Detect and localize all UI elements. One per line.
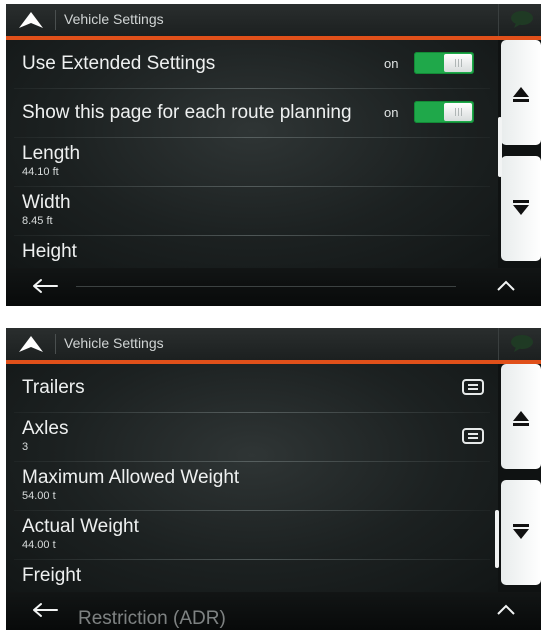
scrollbar-thumb[interactable] (498, 117, 502, 177)
nav-arrow-icon[interactable] (18, 11, 44, 29)
header-bar: Vehicle Settings (6, 328, 541, 360)
triangle-up-icon (513, 411, 529, 421)
header-divider (498, 4, 499, 36)
scroll-down-button[interactable] (501, 480, 541, 585)
scroll-up-button[interactable] (501, 40, 541, 145)
list-item-length[interactable]: Length 44.10 ft (6, 138, 498, 187)
list-item-label: Use Extended Settings (22, 53, 216, 74)
list-item-value: 44.00 t (22, 539, 56, 551)
list-item-value: 8.45 ft (22, 215, 53, 227)
list-item-label: Width (22, 192, 71, 213)
settings-list: Trailers Axles 3 Maximum Allowed Weight … (6, 364, 498, 592)
list-item-value: 3 (22, 441, 29, 453)
list-item-maximum-allowed-weight[interactable]: Maximum Allowed Weight 54.00 t (6, 462, 498, 511)
speech-bubble-icon[interactable] (510, 334, 534, 352)
footer-bar (6, 268, 541, 306)
back-arrow-icon[interactable] (32, 278, 58, 294)
scroll-up-button[interactable] (501, 364, 541, 469)
header-divider (55, 10, 56, 30)
header-divider (498, 328, 499, 360)
list-item-value: 44.10 ft (22, 166, 59, 178)
back-arrow-icon[interactable] (32, 602, 58, 618)
list-item-value: 54.00 t (22, 490, 56, 502)
header-divider (55, 334, 56, 354)
scroll-controls (498, 40, 541, 268)
list-item-height[interactable]: Height (6, 236, 498, 268)
scroll-controls (498, 364, 541, 592)
toggle-state-label: on (384, 56, 399, 71)
triangle-up-icon (513, 87, 529, 97)
triangle-down-icon (513, 529, 529, 539)
page-title: Vehicle Settings (64, 11, 164, 27)
list-item-label: Trailers (22, 377, 85, 398)
page-title: Vehicle Settings (64, 335, 164, 351)
caret-up-icon[interactable] (496, 278, 516, 292)
list-item-label: Maximum Allowed Weight (22, 467, 240, 488)
list-item-label: Axles (22, 418, 69, 439)
scroll-down-button[interactable] (501, 156, 541, 261)
list-item-use-extended-settings[interactable]: Use Extended Settings on (6, 40, 498, 89)
nav-arrow-icon[interactable] (18, 335, 44, 353)
triangle-down-icon (513, 205, 529, 215)
list-item-actual-weight[interactable]: Actual Weight 44.00 t (6, 511, 498, 560)
list-item-label: Height (22, 241, 77, 262)
vehicle-settings-screen-1: Vehicle Settings Use Extended Settings o… (6, 4, 541, 306)
vehicle-settings-screen-2: Vehicle Settings Trailers Axles 3 Maximu… (6, 328, 541, 630)
partial-list-item-label: Restriction (ADR) (78, 608, 226, 629)
toggle-switch[interactable] (414, 52, 474, 74)
list-icon[interactable] (462, 428, 484, 444)
list-item-label: Show this page for each route planning (22, 102, 352, 123)
list-item-freight[interactable]: Freight (6, 560, 498, 592)
caret-up-icon[interactable] (496, 602, 516, 616)
toggle-switch[interactable] (414, 101, 474, 123)
header-bar: Vehicle Settings (6, 4, 541, 36)
speech-bubble-icon[interactable] (510, 10, 534, 28)
settings-list: Use Extended Settings on Show this page … (6, 40, 498, 268)
list-item-show-this-page[interactable]: Show this page for each route planning o… (6, 89, 498, 138)
list-item-label: Freight (22, 565, 82, 586)
toggle-state-label: on (384, 105, 399, 120)
list-icon[interactable] (462, 379, 484, 395)
list-item-label: Length (22, 143, 81, 164)
scrollbar-thumb[interactable] (495, 510, 499, 568)
list-item-trailers[interactable]: Trailers (6, 364, 498, 413)
footer-bar: Restriction (ADR) (6, 592, 541, 630)
list-item-label: Actual Weight (22, 516, 139, 537)
list-item-axles[interactable]: Axles 3 (6, 413, 498, 462)
list-item-width[interactable]: Width 8.45 ft (6, 187, 498, 236)
